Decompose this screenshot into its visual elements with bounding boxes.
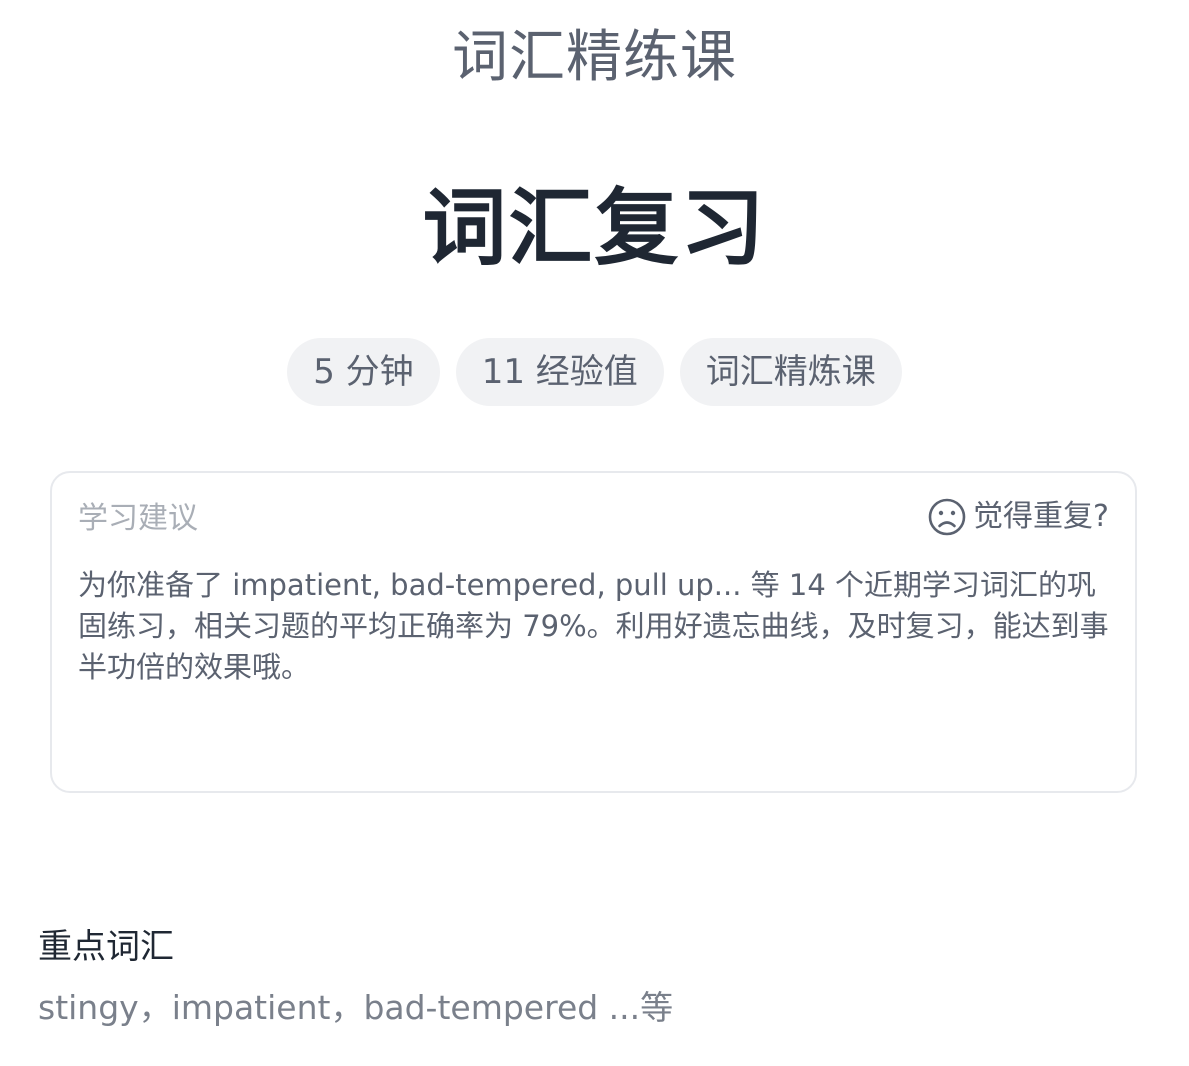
study-advice-card: 学习建议 觉得重复? 为你准备了 impatient, bad-tempered… xyxy=(50,471,1137,793)
course-name: 词汇精练课 xyxy=(452,25,737,90)
xp-tag: 11 经验值 xyxy=(455,338,664,406)
lesson-tags: 5 分钟 11 经验值 词汇精炼课 xyxy=(0,338,1189,406)
sad-face-icon xyxy=(927,497,967,537)
feel-repeated-button[interactable]: 觉得重复? xyxy=(927,497,1109,537)
study-advice-text: 为你准备了 impatient, bad-tempered, pull up..… xyxy=(78,568,1109,684)
lesson-intro-page: 词汇精练课 词汇复习 5 分钟 11 经验值 词汇精炼课 学习建议 觉得重复? … xyxy=(0,0,1189,1066)
course-type-tag: 词汇精炼课 xyxy=(679,338,902,406)
study-advice-title: 学习建议 xyxy=(78,501,198,536)
key-vocabulary-title: 重点词汇 xyxy=(38,927,174,967)
key-vocabulary-list: stingy，impatient，bad-tempered ...等 xyxy=(38,988,674,1027)
lesson-title: 词汇复习 xyxy=(422,179,767,277)
duration-tag: 5 分钟 xyxy=(287,338,440,406)
feel-repeated-label: 觉得重复? xyxy=(973,499,1109,534)
